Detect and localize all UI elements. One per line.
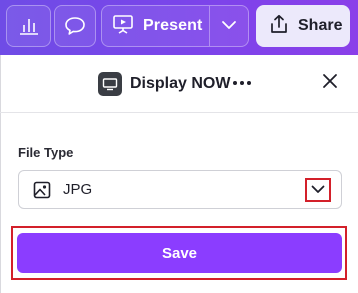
presentation-screen-icon: [112, 13, 134, 40]
present-options-button[interactable]: [210, 6, 248, 46]
image-icon: [33, 181, 51, 199]
panel-title: Display NOW: [130, 75, 231, 92]
present-label: Present: [143, 17, 203, 34]
comment-bubble-icon: [64, 16, 86, 36]
chevron-down-icon: [221, 17, 237, 35]
save-button[interactable]: Save: [17, 233, 342, 273]
insights-button[interactable]: [6, 5, 51, 47]
panel-header: Display NOW: [0, 55, 358, 113]
display-app-icon: [98, 72, 122, 96]
bar-chart-icon: [19, 17, 39, 35]
top-toolbar: Present Share: [0, 0, 358, 55]
file-type-value: JPG: [63, 181, 93, 198]
share-label: Share: [298, 17, 343, 34]
ellipsis-icon: [233, 81, 237, 85]
close-icon: [322, 73, 338, 94]
file-type-label: File Type: [18, 145, 74, 160]
more-options-button[interactable]: [228, 69, 256, 97]
close-button[interactable]: [318, 71, 342, 95]
upload-share-icon: [269, 14, 289, 39]
comment-button[interactable]: [54, 5, 96, 47]
present-button[interactable]: Present: [102, 6, 209, 46]
share-button[interactable]: Share: [256, 5, 350, 47]
chevron-down-icon: [311, 181, 325, 199]
file-type-dropdown-button[interactable]: [305, 178, 331, 202]
file-type-select[interactable]: JPG: [18, 170, 342, 209]
present-button-group: Present: [101, 5, 249, 47]
